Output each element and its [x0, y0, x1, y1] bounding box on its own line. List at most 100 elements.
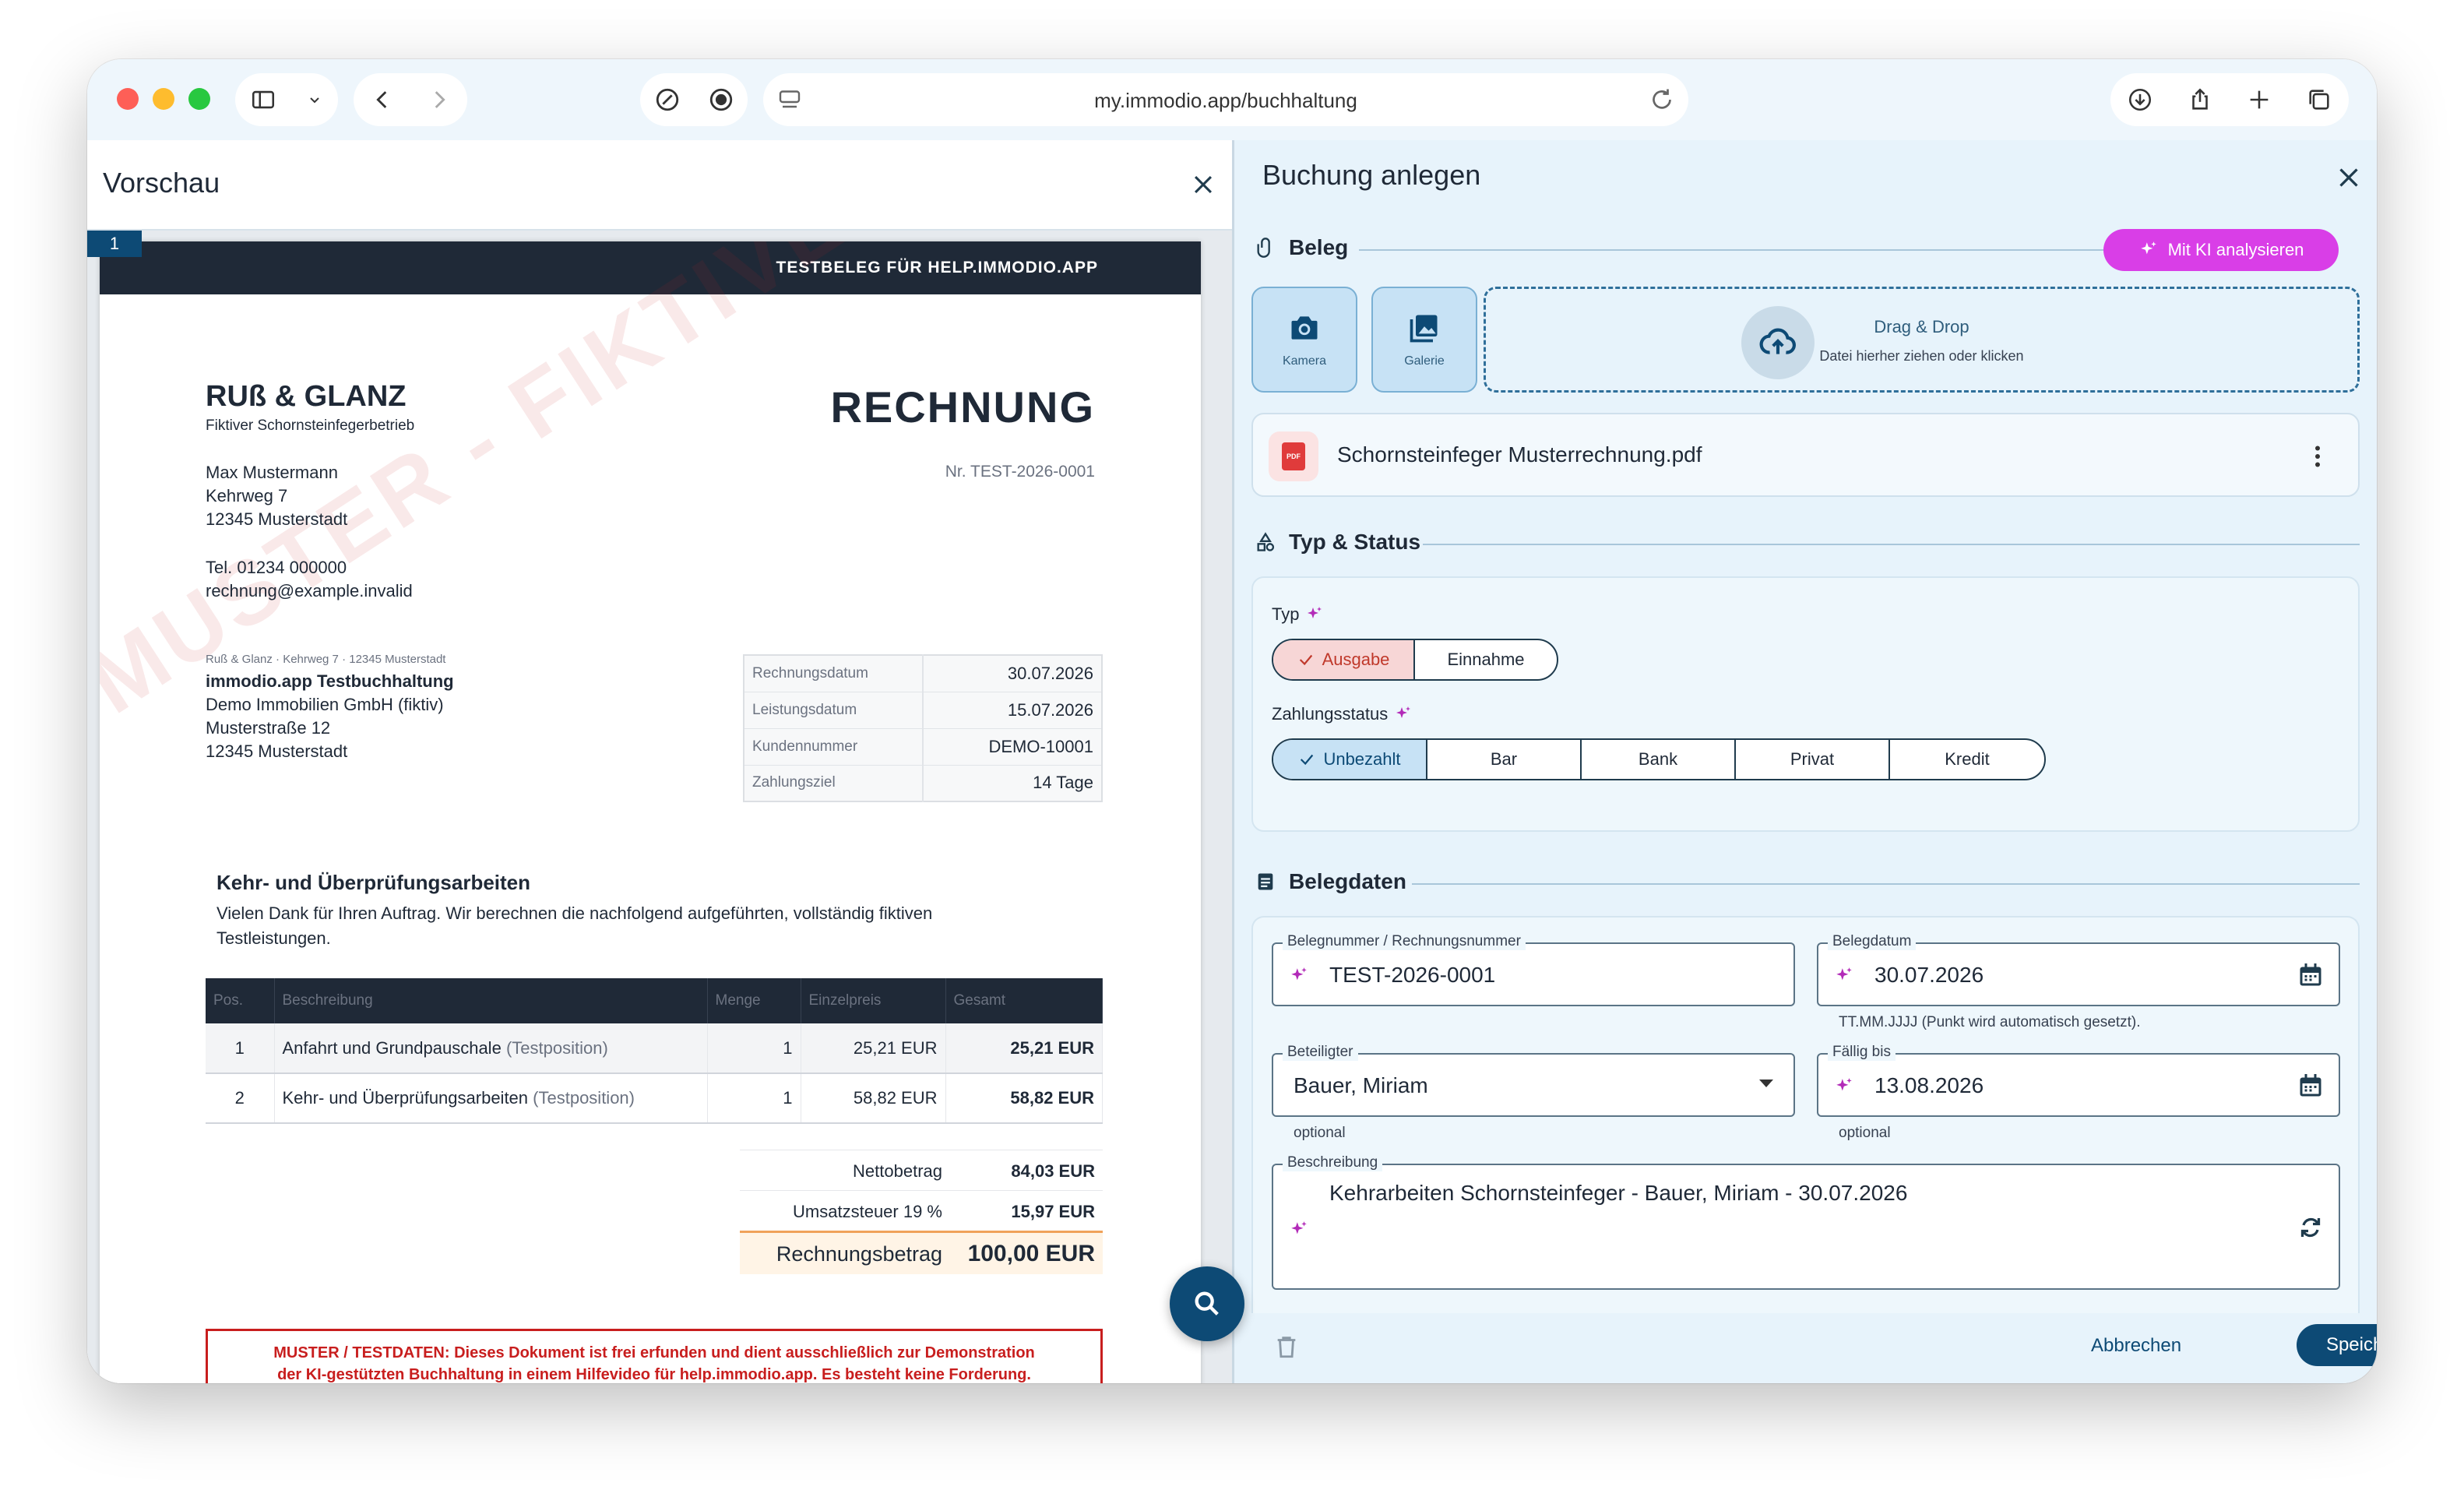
- address-bar[interactable]: my.immodio.app/buchhaltung: [763, 73, 1688, 126]
- status-option-bar[interactable]: Bar: [1427, 740, 1582, 779]
- browser-toolbar: my.immodio.app/buchhaltung: [87, 59, 2377, 140]
- sender-city: 12345 Musterstadt: [206, 509, 348, 529]
- close-form-icon[interactable]: [2335, 164, 2363, 192]
- file-dropzone[interactable]: Drag & Drop Datei hierher ziehen oder kl…: [1484, 287, 2360, 393]
- ai-sparkle-icon: [1291, 967, 1307, 981]
- new-tab-icon[interactable]: [2246, 86, 2272, 113]
- section-typ-status: Typ & Status: [1255, 530, 1420, 555]
- preview-pane: Vorschau 1 TESTBELEG FÜR HELP.IMMODIO.AP…: [87, 140, 1232, 1383]
- col-header: Beschreibung: [274, 978, 708, 1023]
- return-address: Ruß & Glanz · Kehrweg 7 · 12345 Musterst…: [206, 653, 446, 666]
- status-label: Zahlungsstatus: [1272, 704, 1413, 724]
- sender-street: Kehrweg 7: [206, 486, 288, 505]
- ai-sparkle-icon: [1308, 607, 1322, 618]
- zoom-window-button[interactable]: [188, 88, 210, 110]
- delete-icon[interactable]: [1273, 1332, 1300, 1361]
- camera-button[interactable]: Kamera: [1251, 287, 1357, 393]
- camera-label: Kamera: [1282, 354, 1327, 368]
- belegnummer-label: Belegnummer / Rechnungsnummer: [1283, 933, 1526, 950]
- record-icon[interactable]: [708, 86, 734, 113]
- status-option-bank[interactable]: Bank: [1582, 740, 1736, 779]
- cell-pos: 2: [206, 1073, 275, 1124]
- calendar-icon[interactable]: [2297, 1072, 2325, 1100]
- meta-key: Kundennummer: [744, 728, 924, 766]
- status-option-unbezahlt[interactable]: Unbezahlt: [1273, 740, 1427, 779]
- form-title: Buchung anlegen: [1262, 159, 1481, 191]
- cell-desc: Kehr- und Überprüfungsarbeiten (Testposi…: [274, 1073, 708, 1124]
- status-option-kredit[interactable]: Kredit: [1890, 740, 2044, 779]
- save-label: Speichern: [2325, 1334, 2377, 1355]
- gallery-icon: [1410, 315, 1438, 343]
- zoom-search-button[interactable]: [1170, 1266, 1244, 1341]
- minimize-window-button[interactable]: [153, 88, 174, 110]
- gallery-button[interactable]: Galerie: [1371, 287, 1477, 393]
- belegnummer-field[interactable]: Belegnummer / Rechnungsnummer TEST-2026-…: [1272, 933, 1795, 1006]
- faellig-label: Fällig bis: [1828, 1044, 1896, 1061]
- warning-line-2: der KI-gestützten Buchhaltung in einem H…: [277, 1366, 1031, 1383]
- pdf-file-icon: PDF: [1269, 431, 1318, 481]
- check-icon: [1299, 654, 1312, 666]
- beteiligter-select[interactable]: Beteiligter Bauer, Miriam: [1272, 1044, 1795, 1117]
- status-option-label: Privat: [1790, 749, 1835, 769]
- forward-icon[interactable]: [426, 86, 452, 113]
- gallery-label: Galerie: [1404, 354, 1445, 368]
- section-divider: [1412, 883, 2360, 885]
- close-preview-icon[interactable]: [1190, 171, 1216, 198]
- sidebar-icon: [252, 90, 274, 109]
- net-label: Nettobetrag: [853, 1161, 942, 1181]
- back-icon[interactable]: [369, 86, 396, 113]
- meta-key: Zahlungsziel: [744, 765, 924, 802]
- ai-analyze-label: Mit KI analysieren: [2167, 240, 2304, 259]
- company-name: RUß & GLANZ: [206, 380, 407, 413]
- dropzone-title: Drag & Drop: [1874, 317, 1969, 336]
- more-options-icon[interactable]: [2304, 442, 2332, 470]
- section-divider: [1423, 544, 2360, 545]
- compass-icon[interactable]: [654, 86, 681, 113]
- tabs-overview-icon[interactable]: [2306, 86, 2332, 113]
- typ-option-label: Einnahme: [1447, 650, 1525, 669]
- cell-qty: 1: [707, 1073, 801, 1124]
- preview-title: Vorschau: [103, 167, 220, 199]
- sidebar-toggle-button[interactable]: [235, 73, 338, 126]
- gross-row: Rechnungsbetrag 100,00 EUR: [740, 1231, 1103, 1274]
- regenerate-icon[interactable]: [2297, 1213, 2325, 1242]
- attached-file-card[interactable]: PDF Schornsteinfeger Musterrechnung.pdf: [1251, 413, 2360, 497]
- belegdatum-field[interactable]: Belegdatum 30.07.2026: [1817, 933, 2340, 1006]
- col-header: Pos.: [206, 978, 275, 1023]
- status-option-label: Bar: [1490, 749, 1518, 769]
- belegdatum-value: 30.07.2026: [1874, 963, 1984, 987]
- section-divider: [1359, 249, 2111, 251]
- reload-icon[interactable]: [1648, 86, 1676, 114]
- faellig-field[interactable]: Fällig bis 13.08.2026: [1817, 1044, 2340, 1117]
- share-icon[interactable]: [2187, 86, 2213, 113]
- section-beleg-label: Beleg: [1289, 235, 1349, 259]
- status-option-privat[interactable]: Privat: [1736, 740, 1890, 779]
- page-number-badge: 1: [87, 231, 142, 257]
- save-button[interactable]: Speichern: [2297, 1324, 2377, 1366]
- typ-option-ausgabe[interactable]: Ausgabe: [1273, 640, 1415, 679]
- col-header: Gesamt: [945, 978, 1103, 1023]
- item-description: Anfahrt und Grundpauschale: [282, 1037, 502, 1058]
- download-icon[interactable]: [2127, 86, 2153, 113]
- ai-sparkle-icon: [1836, 1078, 1852, 1091]
- meta-key: Leistungsdatum: [744, 692, 924, 729]
- booking-form-pane: Buchung anlegen Beleg Mit KI analysieren…: [1232, 140, 2377, 1383]
- typ-option-einnahme[interactable]: Einnahme: [1415, 640, 1557, 679]
- close-window-button[interactable]: [117, 88, 139, 110]
- beteiligter-label: Beteiligter: [1283, 1044, 1358, 1061]
- ai-analyze-button[interactable]: Mit KI analysieren: [2103, 229, 2339, 271]
- intro-line-1: Vielen Dank für Ihren Auftrag. Wir berec…: [216, 903, 933, 923]
- extensions-group: [640, 73, 748, 126]
- camera-icon: [1291, 316, 1318, 340]
- calendar-icon[interactable]: [2297, 961, 2325, 989]
- pdf-viewer[interactable]: 1 TESTBELEG FÜR HELP.IMMODIO.APP MUSTER …: [87, 231, 1232, 1383]
- cell-pos: 1: [206, 1023, 275, 1074]
- chevron-down-icon: [309, 97, 319, 104]
- recipient-line-4: 12345 Musterstadt: [206, 741, 348, 761]
- document-number: Nr. TEST-2026-0001: [945, 463, 1095, 481]
- cancel-button[interactable]: Abbrechen: [2091, 1335, 2181, 1357]
- beschreibung-field[interactable]: Beschreibung Kehrarbeiten Schornsteinfeg…: [1272, 1154, 2340, 1290]
- shapes-icon: [1257, 532, 1275, 551]
- cell-total: 58,82 EUR: [945, 1073, 1103, 1124]
- cell-desc: Anfahrt und Grundpauschale (Testposition…: [274, 1023, 708, 1074]
